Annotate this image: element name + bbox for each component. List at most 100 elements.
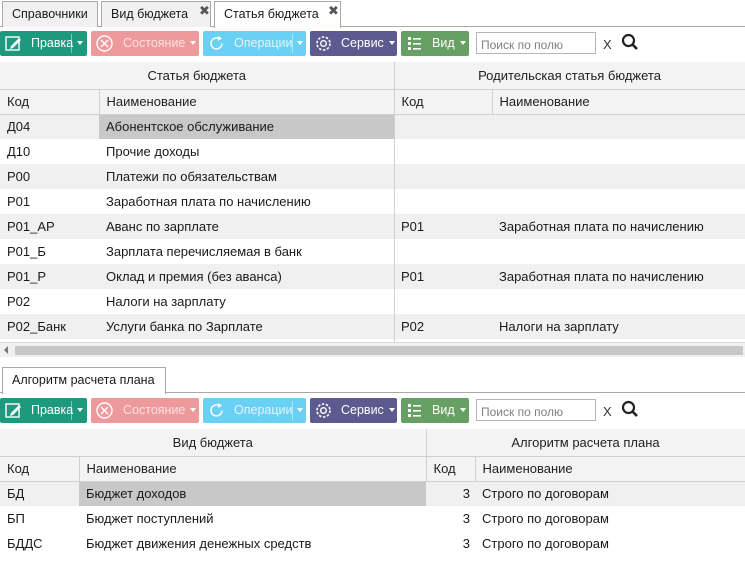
cell-code[interactable]: Р01 xyxy=(0,189,99,214)
cell-name[interactable]: Зарплата перечисляемая в банк xyxy=(99,239,394,264)
table-row[interactable]: Р01_Б Зарплата перечисляемая в банк xyxy=(0,239,745,264)
servis-button[interactable]: Сервис xyxy=(310,31,397,56)
cell-code[interactable]: Д04 xyxy=(0,114,99,139)
cell-parent-name[interactable]: Заработная плата по начислению xyxy=(492,214,745,239)
cell-parent-name[interactable]: Заработная плата по начислению xyxy=(492,264,745,289)
table-row[interactable]: Р01_АР Аванс по зарплате Р01 Заработная … xyxy=(0,214,745,239)
cell-parent-code[interactable] xyxy=(394,189,492,214)
table-row[interactable]: Р00 Платежи по обязательствам xyxy=(0,164,745,189)
operatsii-button[interactable]: Операции xyxy=(203,31,306,56)
clear-search-button[interactable]: X xyxy=(603,404,612,419)
close-icon[interactable]: ✖ xyxy=(199,3,210,19)
grid-vid-byudzheta: Вид бюджета Алгоритм расчета плана Код Н… xyxy=(0,429,745,556)
cell-name[interactable]: Платежи по обязательствам xyxy=(99,164,394,189)
cell-algo-name[interactable]: Строго по договорам xyxy=(475,531,745,556)
cell-parent-name[interactable] xyxy=(492,164,745,189)
cell-parent-code[interactable] xyxy=(394,164,492,189)
cell-name[interactable]: Оклад и премия (без аванса) xyxy=(99,264,394,289)
cell-name[interactable]: Заработная плата по начислению xyxy=(99,189,394,214)
operatsii-button[interactable]: Операции xyxy=(203,398,306,423)
cell-name[interactable]: Бюджет поступлений xyxy=(79,506,426,531)
cell-name[interactable]: Прочие доходы xyxy=(99,139,394,164)
cell-algo-code[interactable]: 3 xyxy=(426,481,476,506)
edit-icon xyxy=(5,36,21,51)
cell-code[interactable]: Р01_АР xyxy=(0,214,99,239)
servis-button[interactable]: Сервис xyxy=(310,398,397,423)
cell-parent-code[interactable] xyxy=(394,139,492,164)
gear-icon xyxy=(316,403,331,418)
column-header-code[interactable]: Код xyxy=(0,89,100,115)
cell-code[interactable]: БД xyxy=(0,481,79,506)
cell-code[interactable]: Р02_Банк xyxy=(0,314,99,339)
cell-name[interactable]: Услуги банка по Зарплате xyxy=(99,314,394,339)
cell-parent-name[interactable] xyxy=(492,239,745,264)
table-row[interactable]: Р02 Налоги на зарплату xyxy=(0,289,745,314)
search-icon[interactable] xyxy=(621,33,639,51)
cell-code[interactable]: БП xyxy=(0,506,79,531)
cell-code[interactable]: Р02 xyxy=(0,289,99,314)
column-header-code[interactable]: Код xyxy=(0,456,80,482)
chevron-down-icon xyxy=(77,41,83,45)
cell-name[interactable]: Налоги на зарплату xyxy=(99,289,394,314)
cell-parent-code[interactable] xyxy=(394,289,492,314)
search-input[interactable] xyxy=(476,32,596,54)
tab-vid-byudzheta[interactable]: Вид бюджета ✖ xyxy=(101,1,211,27)
cell-parent-code[interactable]: Р01 xyxy=(394,264,492,289)
cell-parent-code[interactable]: Р02 xyxy=(394,314,492,339)
scroll-left-icon[interactable] xyxy=(4,346,8,354)
vid-button[interactable]: Вид xyxy=(401,398,469,423)
column-header-parent-code[interactable]: Код xyxy=(394,89,493,115)
cell-code[interactable]: Д10 xyxy=(0,139,99,164)
table-row[interactable]: Д10 Прочие доходы xyxy=(0,139,745,164)
scroll-thumb[interactable] xyxy=(15,346,743,355)
cell-code[interactable]: Р00 xyxy=(0,164,99,189)
table-row[interactable]: Р01 Заработная плата по начислению xyxy=(0,189,745,214)
vid-button[interactable]: Вид xyxy=(401,31,469,56)
cell-code[interactable]: Р01_Р xyxy=(0,264,99,289)
cell-parent-name[interactable] xyxy=(492,289,745,314)
cell-name[interactable]: Бюджет доходов xyxy=(79,481,427,506)
cell-name[interactable]: Аванс по зарплате xyxy=(99,214,394,239)
cell-name[interactable]: Бюджет движения денежных средств xyxy=(79,531,426,556)
column-header-name[interactable]: Наименование xyxy=(79,456,427,482)
search-icon[interactable] xyxy=(621,400,639,418)
table-row[interactable]: Р01_Р Оклад и премия (без аванса) Р01 За… xyxy=(0,264,745,289)
table-row[interactable]: БД Бюджет доходов 3 Строго по договорам xyxy=(0,481,745,506)
column-header-algo-code[interactable]: Код xyxy=(426,456,476,482)
chevron-down-icon xyxy=(190,408,196,412)
cell-algo-code[interactable]: 3 xyxy=(426,531,475,556)
toolbar-bottom: Правка Состояние Операции Сервис Вид X xyxy=(0,395,745,427)
cell-parent-name[interactable] xyxy=(492,189,745,214)
search-input[interactable] xyxy=(476,399,596,421)
cell-parent-code[interactable] xyxy=(394,114,492,139)
cell-parent-name[interactable] xyxy=(492,114,745,139)
cell-parent-code[interactable]: Р01 xyxy=(394,214,492,239)
column-header-algo-name[interactable]: Наименование xyxy=(475,456,745,482)
sostoyanie-button[interactable]: Состояние xyxy=(91,31,199,56)
grid-statya-byudzheta: Статья бюджета Родительская статья бюдже… xyxy=(0,62,745,339)
cell-parent-name[interactable]: Налоги на зарплату xyxy=(492,314,745,339)
cell-code[interactable]: Р01_Б xyxy=(0,239,99,264)
cell-algo-code[interactable]: 3 xyxy=(426,506,475,531)
cell-code[interactable]: БДДС xyxy=(0,531,79,556)
tab-spravochniki[interactable]: Справочники xyxy=(2,1,98,27)
close-icon[interactable]: ✖ xyxy=(328,3,339,19)
tab-algoritm[interactable]: Алгоритм расчета плана xyxy=(2,367,166,394)
cell-algo-name[interactable]: Строго по договорам xyxy=(475,506,745,531)
horizontal-scrollbar[interactable] xyxy=(0,342,745,357)
table-row[interactable]: БДДС Бюджет движения денежных средств 3 … xyxy=(0,531,745,556)
table-row[interactable]: БП Бюджет поступлений 3 Строго по догово… xyxy=(0,506,745,531)
table-row[interactable]: Р02_Банк Услуги банка по Зарплате Р02 На… xyxy=(0,314,745,339)
sostoyanie-button[interactable]: Состояние xyxy=(91,398,199,423)
table-row[interactable]: Д04 Абонентское обслуживание xyxy=(0,114,745,139)
tab-statya-byudzheta[interactable]: Статья бюджета ✖ xyxy=(214,1,341,28)
pravka-button[interactable]: Правка xyxy=(0,398,87,423)
cell-parent-name[interactable] xyxy=(492,139,745,164)
cell-name[interactable]: Абонентское обслуживание xyxy=(99,114,394,139)
cell-algo-name[interactable]: Строго по договорам xyxy=(475,481,745,506)
column-header-parent-name[interactable]: Наименование xyxy=(492,89,745,115)
clear-search-button[interactable]: X xyxy=(603,37,612,52)
column-header-name[interactable]: Наименование xyxy=(99,89,395,115)
pravka-button[interactable]: Правка xyxy=(0,31,87,56)
cell-parent-code[interactable] xyxy=(394,239,492,264)
